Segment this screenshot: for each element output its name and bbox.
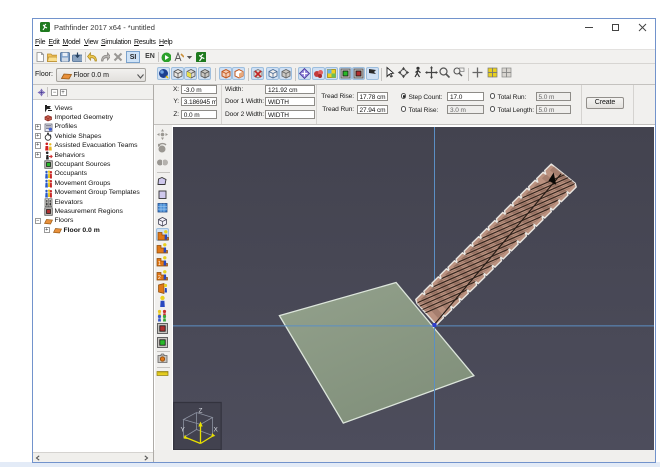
svg-text:1: 1 — [158, 261, 161, 267]
svg-text:Z: Z — [198, 407, 202, 414]
svg-text:X: X — [213, 426, 218, 433]
svg-text:2: 2 — [158, 275, 161, 281]
svg-text:Y: Y — [180, 426, 185, 433]
